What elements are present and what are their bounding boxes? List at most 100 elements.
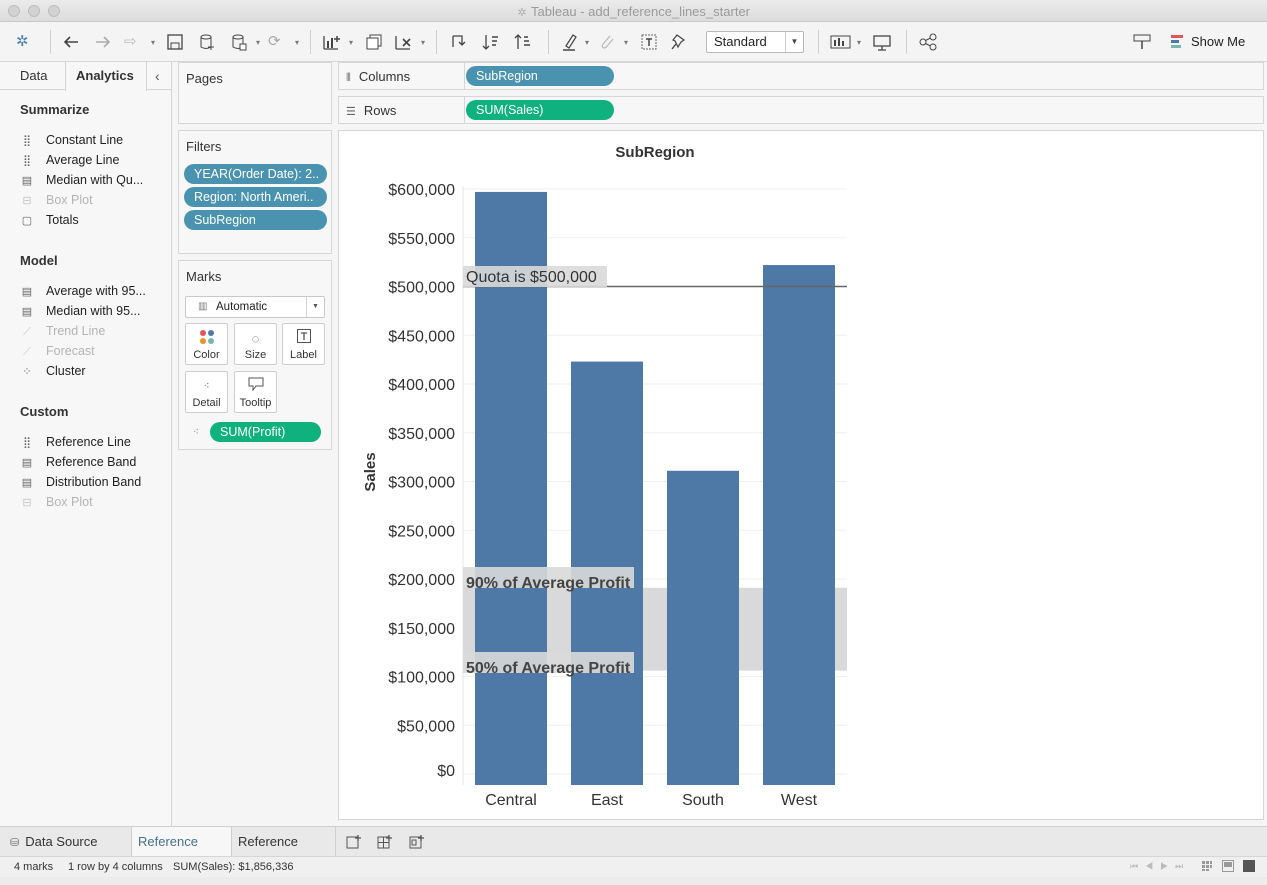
analytics-item-trend-line: ⟋ Trend Line	[20, 322, 105, 340]
distribution-band-icon: ▤	[21, 477, 33, 489]
label-label: Label	[290, 349, 317, 361]
redo-icon[interactable]	[94, 32, 112, 52]
database-icon: ⛁	[10, 837, 20, 849]
analytics-item-median-with-95[interactable]: ▤ Median with 95...	[20, 302, 141, 320]
size-button[interactable]: ◌ Size	[234, 323, 277, 365]
new-worksheet-icon[interactable]	[346, 834, 362, 853]
swap-rows-columns-icon[interactable]	[450, 32, 468, 52]
columns-pill-subregion[interactable]: SubRegion	[466, 66, 614, 86]
fix-axes-icon[interactable]	[670, 32, 688, 52]
color-button[interactable]: Color	[185, 323, 228, 365]
detail-encoding-icon: ⁖	[193, 427, 199, 438]
mark-type-select[interactable]: ▥ Automatic ▼	[185, 296, 325, 318]
analytics-item-label: Reference Band	[46, 455, 137, 469]
analytics-item-average-with-95[interactable]: ▤ Average with 95...	[20, 282, 146, 300]
highlight-icon[interactable]	[561, 32, 579, 52]
reference-band-icon: ▤	[21, 457, 33, 469]
new-data-source-icon[interactable]	[198, 32, 216, 52]
collapse-pane-icon[interactable]: ‹	[155, 62, 160, 90]
sheet-sorter-icon[interactable]	[1201, 860, 1213, 875]
filmstrip-icon[interactable]	[1222, 860, 1234, 875]
tab-data[interactable]: Data	[20, 62, 47, 90]
y-tick-label: $450,000	[388, 328, 455, 345]
rows-shelf[interactable]: ☰ Rows SUM(Sales)	[338, 96, 1264, 124]
tableau-logo-icon: ✲	[517, 7, 527, 19]
view-size-select[interactable]: Standard ▼	[706, 31, 804, 53]
tableau-window: ✲ Tableau - add_reference_lines_starter ✲…	[0, 0, 1267, 878]
tooltip-icon	[235, 377, 276, 397]
new-story-icon[interactable]	[409, 834, 425, 853]
save-icon[interactable]	[166, 32, 184, 52]
filter-pill-year[interactable]: YEAR(Order Date): 2..	[184, 164, 327, 184]
tooltip-button[interactable]: Tooltip	[234, 371, 277, 413]
filter-pill-subregion[interactable]: SubRegion	[184, 210, 327, 230]
presentation-mode-icon[interactable]	[872, 32, 892, 52]
share-icon[interactable]	[918, 32, 938, 52]
clear-sheet-icon[interactable]	[394, 32, 414, 52]
sort-descending-icon[interactable]	[514, 32, 532, 52]
reference-line-icon: ⣿	[22, 437, 32, 449]
new-dashboard-icon[interactable]	[377, 834, 393, 853]
analytics-item-totals[interactable]: ▢ Totals	[20, 211, 79, 229]
analytics-item-average-line[interactable]: ⣿ Average Line	[20, 151, 119, 169]
chart-title: SubRegion	[615, 144, 694, 161]
analytics-item-reference-line[interactable]: ⣿ Reference Line	[20, 433, 131, 451]
analytics-item-reference-band[interactable]: ▤ Reference Band	[20, 453, 137, 471]
analytics-item-label: Forecast	[46, 344, 95, 358]
replay-dropdown-icon[interactable]: ▾	[151, 38, 155, 47]
visualization-area[interactable]: SubRegion Sales $0 $50,000 $100,000 $150,000 $…	[338, 130, 1264, 820]
group-members-icon[interactable]	[598, 32, 616, 52]
toolbar-separator	[310, 30, 311, 54]
analytics-item-label: Totals	[46, 213, 79, 227]
clear-dropdown-icon[interactable]: ▾	[421, 38, 425, 47]
refresh-icon[interactable]: ⟳	[268, 32, 281, 52]
rows-pill-sum-sales[interactable]: SUM(Sales)	[466, 100, 614, 120]
show-me-button[interactable]: Show Me	[1191, 32, 1245, 52]
analytics-item-label: Average with 95...	[46, 284, 146, 298]
chevron-down-icon: ▼	[785, 32, 803, 52]
show-cards-dropdown-icon[interactable]: ▾	[857, 38, 861, 47]
tab-reference-band[interactable]: Reference Band	[232, 827, 336, 878]
show-me-icon[interactable]	[1170, 32, 1186, 52]
tab-reference-line[interactable]: Reference Line	[132, 827, 232, 878]
new-worksheet-icon[interactable]	[322, 32, 342, 52]
tab-data-source[interactable]: ⛁ Data Source	[0, 827, 132, 856]
highlight-dropdown-icon[interactable]: ▾	[585, 38, 589, 47]
pause-updates-icon[interactable]	[230, 32, 248, 52]
filters-card[interactable]: Filters YEAR(Order Date): 2.. Region: No…	[178, 130, 332, 254]
tabs-view-icon[interactable]	[1243, 860, 1255, 875]
color-icon	[186, 329, 227, 349]
replay-icon[interactable]: ⇨	[124, 32, 137, 52]
new-worksheet-dropdown-icon[interactable]: ▾	[349, 38, 353, 47]
group-dropdown-icon[interactable]: ▾	[624, 38, 628, 47]
filter-pill-region[interactable]: Region: North Ameri..	[184, 187, 327, 207]
label-button[interactable]: Label	[282, 323, 325, 365]
tab-analytics[interactable]: Analytics	[65, 62, 147, 91]
tableau-home-icon[interactable]: ✲	[16, 32, 29, 52]
pause-dropdown-icon[interactable]: ▾	[256, 38, 260, 47]
trend-line-icon: ⟋	[23, 326, 31, 338]
show-mark-labels-icon[interactable]	[640, 32, 658, 52]
refresh-dropdown-icon[interactable]: ▾	[295, 38, 299, 47]
detail-button[interactable]: ⁖ Detail	[185, 371, 228, 413]
pages-card[interactable]: Pages	[178, 62, 332, 124]
show-cards-icon[interactable]	[830, 32, 852, 52]
totals-icon: ▢	[21, 215, 33, 227]
analytics-item-constant-line[interactable]: ⣿ Constant Line	[20, 131, 123, 149]
duplicate-sheet-icon[interactable]	[364, 32, 384, 52]
y-tick-label: $350,000	[388, 426, 455, 443]
analytics-pane: Data Analytics ‹ Summarize ⣿ Constant Line…	[0, 62, 172, 826]
undo-icon[interactable]	[62, 32, 80, 52]
analytics-item-distribution-band[interactable]: ▤ Distribution Band	[20, 473, 141, 491]
x-tick-label: Central	[485, 792, 537, 809]
tooltip-pin-icon[interactable]	[1132, 32, 1152, 52]
bar-chart[interactable]: SubRegion Sales $0 $50,000 $100,000 $150,000 $…	[339, 131, 1265, 821]
columns-shelf[interactable]: ⦀ Columns SubRegion	[338, 62, 1264, 90]
analytics-item-cluster[interactable]: ⁘ Cluster	[20, 362, 85, 380]
columns-shelf-label-wrap: ⦀ Columns	[346, 69, 410, 85]
analytics-item-median-with-qu[interactable]: ▤ Median with Qu...	[20, 171, 143, 189]
sheet-navigation-icons[interactable]: ⏮◀▶⏭	[1130, 861, 1190, 872]
marks-field-pill[interactable]: SUM(Profit)	[210, 422, 321, 442]
sheet-tab-bar: ⛁ Data Source Reference Line Reference Ba…	[0, 826, 1267, 878]
sort-ascending-icon[interactable]	[482, 32, 500, 52]
